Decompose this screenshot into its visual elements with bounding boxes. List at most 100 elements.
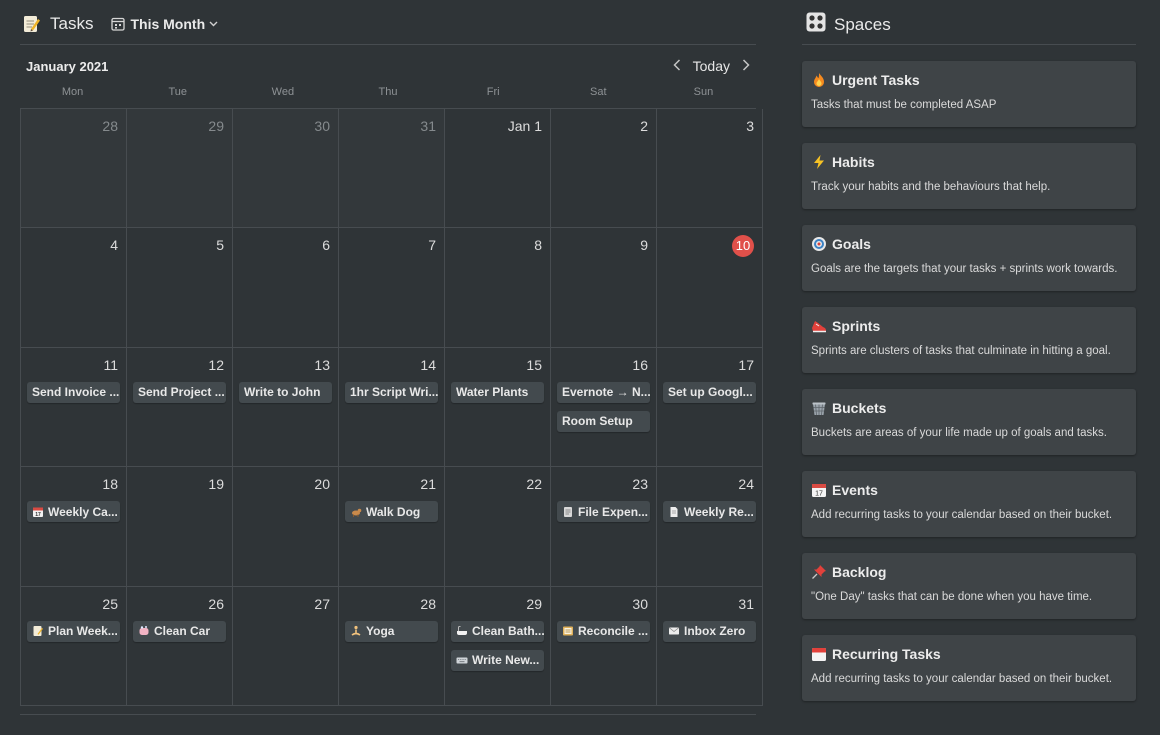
task-chip[interactable]: Send Project ...: [133, 381, 226, 403]
day-cell[interactable]: 10: [657, 228, 763, 348]
task-chip[interactable]: Evernote → N...: [557, 381, 650, 403]
day-cell[interactable]: 20: [233, 467, 339, 587]
previous-month-chevron-icon[interactable]: [673, 58, 681, 75]
task-chip[interactable]: Yoga: [345, 620, 438, 642]
weekday-label: Tue: [168, 86, 187, 98]
svg-text:17: 17: [815, 491, 823, 498]
day-cell[interactable]: 11 Send Invoice ...: [21, 347, 127, 468]
task-chip[interactable]: 17 Weekly Ca...: [27, 501, 120, 523]
task-list: Yoga: [345, 620, 438, 642]
tear-off-calendar-icon: [811, 646, 827, 662]
space-card[interactable]: Urgent Tasks Tasks that must be completed…: [802, 61, 1136, 127]
day-cell[interactable]: 6: [233, 228, 339, 348]
lightning-icon: [811, 154, 827, 170]
day-cell[interactable]: 3: [657, 109, 763, 229]
day-cell[interactable]: 18 17 Weekly Ca...: [21, 467, 127, 587]
task-label: File Expen...: [578, 504, 649, 519]
task-label: Set up Googl...: [668, 385, 753, 400]
day-cell[interactable]: Jan 1: [445, 109, 551, 229]
today-badge: 10: [732, 235, 754, 258]
task-chip[interactable]: Reconcile ...: [557, 620, 650, 642]
day-cell[interactable]: 25 Plan Week...: [21, 586, 127, 706]
day-cell[interactable]: 30: [233, 109, 339, 229]
task-label: Clean Bath...: [472, 624, 544, 639]
task-chip[interactable]: Write New...: [451, 649, 544, 671]
day-cell[interactable]: 2: [551, 109, 657, 229]
today-button[interactable]: Today: [693, 58, 730, 74]
space-card-title: Goals: [832, 236, 871, 252]
day-number: 5: [216, 237, 224, 254]
task-chip[interactable]: Plan Week...: [27, 620, 120, 642]
day-cell[interactable]: 28 Yoga: [339, 586, 445, 706]
space-card[interactable]: Recurring Tasks Add recurring tasks to yo…: [802, 635, 1136, 701]
task-chip[interactable]: Set up Googl...: [663, 381, 756, 403]
task-chip[interactable]: Clean Car: [133, 620, 226, 642]
space-card-description: Tasks that must be completed ASAP: [811, 99, 997, 111]
day-number: 21: [420, 476, 436, 493]
task-chip[interactable]: Inbox Zero: [663, 620, 756, 642]
space-card[interactable]: Goals Goals are the targets that your tas…: [802, 225, 1136, 291]
day-cell[interactable]: 16 Evernote → N... Room Setup: [551, 347, 657, 468]
day-cell[interactable]: 8: [445, 228, 551, 348]
day-cell[interactable]: 9: [551, 228, 657, 348]
task-chip[interactable]: Clean Bath...: [451, 620, 544, 642]
task-chip[interactable]: Walk Dog: [345, 501, 438, 523]
day-cell[interactable]: 5: [127, 228, 233, 348]
space-card-description: Buckets are areas of your life made up o…: [811, 427, 1107, 439]
day-cell[interactable]: 30 Reconcile ...: [551, 586, 657, 706]
task-chip[interactable]: Weekly Re...: [663, 501, 756, 523]
space-card-title: Backlog: [832, 564, 887, 580]
view-selector[interactable]: This Month: [107, 14, 222, 34]
day-cell[interactable]: 22: [445, 467, 551, 587]
day-cell[interactable]: 24 Weekly Re...: [657, 467, 763, 587]
day-cell[interactable]: 13 Write to John: [233, 347, 339, 468]
task-chip[interactable]: Room Setup: [557, 410, 650, 432]
day-cell[interactable]: 14 1hr Script Wri...: [339, 347, 445, 468]
calendar-icon: 17: [811, 482, 827, 498]
day-cell[interactable]: 23 File Expen...: [551, 467, 657, 587]
space-card[interactable]: Backlog "One Day" tasks that can be done …: [802, 553, 1136, 619]
day-cell[interactable]: 27: [233, 586, 339, 706]
day-cell[interactable]: 28: [21, 109, 127, 229]
day-cell[interactable]: 17 Set up Googl...: [657, 347, 763, 468]
day-cell[interactable]: 19: [127, 467, 233, 587]
day-cell[interactable]: 21 Walk Dog: [339, 467, 445, 587]
space-card-description: Goals are the targets that your tasks + …: [811, 263, 1118, 275]
day-number: 15: [526, 356, 542, 373]
spaces-panel: Spaces Urgent Tasks Tasks that must be co…: [802, 0, 1136, 735]
task-list: Plan Week...: [27, 620, 120, 642]
day-number: 27: [314, 595, 330, 612]
task-chip[interactable]: 1hr Script Wri...: [345, 381, 438, 403]
day-cell[interactable]: 7: [339, 228, 445, 348]
weekday-header-row: Mon Tue Wed Thu Fri Sat Sun: [20, 86, 756, 98]
next-month-chevron-icon[interactable]: [742, 58, 750, 75]
day-cell[interactable]: 15 Water Plants: [445, 347, 551, 468]
space-card[interactable]: Buckets Buckets are areas of your life ma…: [802, 389, 1136, 455]
weekday-label: Mon: [61, 86, 84, 98]
target-icon: [811, 236, 827, 252]
day-number: 25: [102, 595, 118, 612]
task-list: File Expen...: [557, 501, 650, 523]
day-cell[interactable]: 29: [127, 109, 233, 229]
day-cell[interactable]: 26 Clean Car: [127, 586, 233, 706]
day-cell[interactable]: 29 Clean Bath... Write New...: [445, 586, 551, 706]
task-chip[interactable]: Write to John: [239, 381, 332, 403]
ledger-icon: [562, 625, 574, 637]
day-number: 29: [208, 118, 224, 134]
space-card[interactable]: Sprints Sprints are clusters of tasks tha…: [802, 307, 1136, 373]
space-card[interactable]: 17 Events Add recurring tasks to your cale…: [802, 471, 1136, 537]
task-list: Weekly Re...: [663, 501, 756, 523]
task-chip[interactable]: Water Plants: [451, 381, 544, 403]
task-chip[interactable]: File Expen...: [557, 501, 650, 523]
day-cell[interactable]: 4: [21, 228, 127, 348]
day-cell[interactable]: 31: [339, 109, 445, 229]
day-cell[interactable]: 31 Inbox Zero: [657, 586, 763, 706]
space-card-title: Habits: [832, 154, 875, 170]
task-label: Clean Car: [154, 624, 211, 639]
task-chip[interactable]: Send Invoice ...: [27, 381, 120, 403]
day-cell[interactable]: 12 Send Project ...: [127, 347, 233, 468]
spaces-divider: [802, 44, 1136, 45]
month-navigation: Today: [673, 54, 750, 78]
task-label: Send Project ...: [138, 385, 225, 400]
space-card[interactable]: Habits Track your habits and the behaviou…: [802, 143, 1136, 209]
